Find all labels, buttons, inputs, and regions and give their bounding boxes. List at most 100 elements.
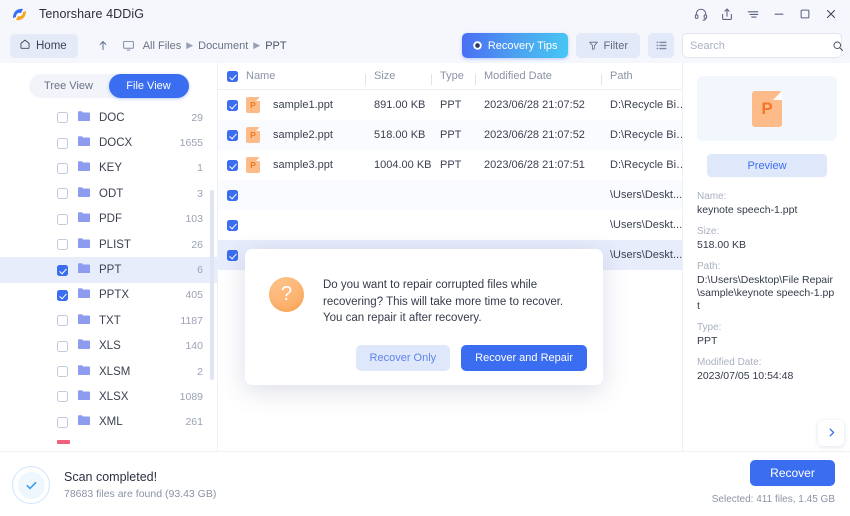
- cell-size: 518.00 KB: [374, 129, 440, 141]
- folder-row[interactable]: XLSX1089: [0, 384, 217, 409]
- table-row[interactable]: \Users\Deskt...: [218, 210, 682, 240]
- folder-checkbox[interactable]: [57, 163, 68, 174]
- dialog-message: Do you want to repair corrupted files wh…: [323, 277, 581, 327]
- breadcrumb-item-2[interactable]: PPT: [265, 40, 286, 52]
- row-checkbox[interactable]: [218, 130, 246, 141]
- home-button[interactable]: Home: [10, 34, 78, 58]
- check-circle-icon: [12, 466, 50, 504]
- folder-icon: [77, 261, 91, 279]
- row-checkbox[interactable]: [218, 190, 246, 201]
- folder-checkbox[interactable]: [57, 112, 68, 123]
- folder-checkbox[interactable]: [57, 239, 68, 250]
- folder-row[interactable]: XML261: [0, 410, 217, 435]
- search-icon[interactable]: [832, 40, 844, 52]
- file-name: sample1.ppt: [273, 99, 333, 111]
- folder-label: PPTX: [99, 289, 129, 301]
- breadcrumb-item-0[interactable]: All Files: [143, 40, 182, 52]
- breadcrumb-item-1[interactable]: Document: [198, 40, 248, 52]
- checkbox-checked-icon: [227, 250, 238, 261]
- filter-button[interactable]: Filter: [576, 33, 640, 58]
- preview-panel: P Preview Name:keynote speech-1.pptSize:…: [682, 63, 850, 451]
- select-all-checkbox[interactable]: [218, 71, 246, 82]
- preview-button[interactable]: Preview: [707, 154, 827, 177]
- search-input[interactable]: [690, 40, 832, 52]
- meta-value: 2023/07/05 10:54:48: [697, 370, 836, 383]
- folder-row[interactable]: PPT6: [0, 257, 217, 282]
- column-header-name[interactable]: Name: [246, 70, 374, 82]
- folder-row[interactable]: KEY 1: [0, 156, 217, 181]
- recover-button[interactable]: Recover: [750, 460, 835, 486]
- cell-path: \Users\Deskt...: [610, 189, 682, 201]
- folder-row[interactable]: PDF103: [0, 207, 217, 232]
- folder-label: KEY: [99, 162, 122, 174]
- folder-checkbox[interactable]: [57, 188, 68, 199]
- folder-row[interactable]: PLIST26: [0, 232, 217, 257]
- column-header-type[interactable]: Type: [440, 70, 484, 82]
- row-checkbox[interactable]: [218, 100, 246, 111]
- share-icon[interactable]: [714, 1, 740, 27]
- row-checkbox[interactable]: [218, 250, 246, 261]
- folder-row[interactable]: PPTX405: [0, 283, 217, 308]
- table-body: Psample1.ppt891.00 KBPPT2023/06/28 21:07…: [218, 90, 682, 270]
- dialog-actions: Recover Only Recover and Repair: [356, 345, 587, 371]
- folder-label: PPT: [99, 264, 121, 276]
- folder-checkbox[interactable]: [57, 391, 68, 402]
- maximize-icon[interactable]: [792, 1, 818, 27]
- search-box[interactable]: [682, 33, 842, 58]
- table-header: Name Size Type Modified Date Path: [218, 63, 682, 90]
- folder-checkbox[interactable]: [57, 341, 68, 352]
- folder-checkbox[interactable]: [57, 315, 68, 326]
- meta-value: keynote speech-1.ppt: [697, 204, 836, 217]
- row-checkbox[interactable]: [218, 160, 246, 171]
- list-view-toggle[interactable]: [648, 33, 674, 58]
- scan-status-subtitle: 78683 files are found (93.43 GB): [64, 488, 216, 500]
- tree-view-tab[interactable]: Tree View: [29, 74, 109, 98]
- chevron-right-icon: [826, 425, 837, 441]
- column-header-modified-date[interactable]: Modified Date: [484, 70, 610, 82]
- file-view-tab[interactable]: File View: [109, 74, 189, 98]
- folder-checkbox[interactable]: [57, 366, 68, 377]
- folder-icon: [77, 413, 91, 431]
- folder-count: 140: [185, 340, 203, 352]
- menu-icon[interactable]: [740, 1, 766, 27]
- minimize-icon[interactable]: [766, 1, 792, 27]
- folder-row[interactable]: XLSM2: [0, 359, 217, 384]
- folder-row[interactable]: XLS140: [0, 334, 217, 359]
- recovery-tips-button[interactable]: Recovery Tips: [462, 33, 568, 58]
- row-checkbox[interactable]: [218, 220, 246, 231]
- column-header-path[interactable]: Path: [610, 70, 682, 82]
- cell-name: Psample2.ppt: [246, 127, 374, 143]
- arrow-up-icon[interactable]: [94, 39, 112, 52]
- checkbox-checked-icon: [227, 71, 238, 82]
- headphones-icon[interactable]: [688, 1, 714, 27]
- folder-checkbox[interactable]: [57, 214, 68, 225]
- folder-checkbox[interactable]: [57, 417, 68, 428]
- breadcrumb: All Files ▶ Document ▶ PPT: [122, 39, 287, 52]
- repair-confirm-dialog: ? Do you want to repair corrupted files …: [245, 249, 603, 385]
- recover-and-repair-button[interactable]: Recover and Repair: [461, 345, 587, 371]
- folder-count: 1: [197, 162, 203, 174]
- cell-path: D:\Recycle Bin\...: [610, 159, 682, 171]
- sidebar-scrollbar[interactable]: [210, 190, 214, 380]
- partial-folder-icon: [57, 440, 70, 444]
- recover-only-button[interactable]: Recover Only: [356, 345, 451, 371]
- folder-row[interactable]: ODT3: [0, 181, 217, 206]
- table-row[interactable]: Psample2.ppt518.00 KBPPT2023/06/28 21:07…: [218, 120, 682, 150]
- folder-row[interactable]: TXT1187: [0, 308, 217, 333]
- folder-label: DOCX: [99, 137, 132, 149]
- cell-modified-date: 2023/06/28 21:07:51: [484, 159, 610, 171]
- main-content: Tree View File View DOC29DOCX1655 KEY 1 ODT…: [0, 63, 850, 451]
- status-bar: Scan completed! 78683 files are found (9…: [0, 451, 850, 516]
- folder-row[interactable]: DOC29: [0, 105, 217, 130]
- ppt-file-icon: P: [246, 157, 260, 173]
- table-row[interactable]: \Users\Deskt...: [218, 180, 682, 210]
- table-row[interactable]: Psample3.ppt1004.00 KBPPT2023/06/28 21:0…: [218, 150, 682, 180]
- folder-row[interactable]: DOCX1655: [0, 130, 217, 155]
- folder-checkbox[interactable]: [57, 290, 68, 301]
- view-toggle[interactable]: Tree View File View: [29, 74, 189, 98]
- table-row[interactable]: Psample1.ppt891.00 KBPPT2023/06/28 21:07…: [218, 90, 682, 120]
- folder-checkbox[interactable]: [57, 265, 68, 276]
- folder-checkbox[interactable]: [57, 138, 68, 149]
- next-file-button[interactable]: [818, 420, 844, 446]
- close-icon[interactable]: [818, 1, 844, 27]
